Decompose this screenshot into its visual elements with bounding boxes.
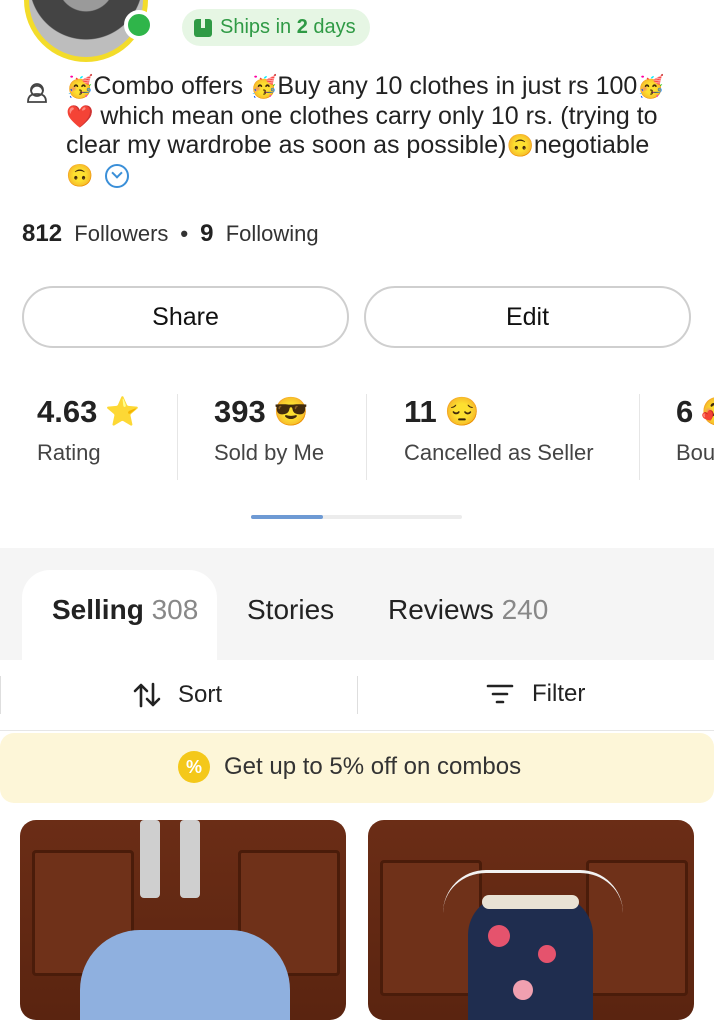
stat-divider [177,394,178,480]
filter-button[interactable]: Filter [486,680,585,708]
bio-line1-a: Combo offers [93,72,244,100]
filter-icon [486,684,514,704]
stat-sold: 393 😎 Sold by Me [214,394,324,466]
tab-selling-label: Selling [52,594,144,625]
edit-button-label: Edit [505,302,550,331]
divider [357,676,358,714]
stat-rating-label: Rating [37,440,101,465]
tab-stories[interactable]: Stories [247,594,334,626]
stat-bought-label: Bou [676,440,714,465]
tab-reviews-count: 240 [501,594,549,625]
bio-line3-tail: negotiable [533,131,650,159]
sunglasses-face-icon: 😎 [273,396,309,427]
promo-content: % Get up to 5% off on combos [178,751,521,783]
upside-down-emoji: 🙃 [66,162,94,188]
stat-sold-label: Sold by Me [214,440,325,465]
sort-button[interactable]: Sort [132,680,222,710]
dress-collar [482,895,579,909]
follow-counts: 812 Followers • 9 Following [22,220,319,248]
product-card[interactable] [20,820,346,1020]
upside-down-emoji: 🙃 [506,133,534,158]
flower-print [488,925,510,947]
stat-cancelled: 11 😔 Cancelled as Seller [404,394,594,466]
divider [0,676,1,714]
tab-reviews-label: Reviews [388,594,494,625]
online-status-dot [124,10,154,40]
bio-line1-b: Buy any 10 clothes in just rs 100 [277,72,638,100]
bio-line2: which mean one clothes carry only 10 rs.… [100,101,658,130]
separator-dot: • [180,221,189,246]
sort-label: Sort [178,681,223,708]
share-button-label: Share [152,302,219,331]
expand-bio-icon[interactable] [105,163,130,188]
stat-divider [366,394,367,480]
share-button[interactable]: Share [22,286,349,348]
flower-print [513,980,533,1000]
followers-count: 812 [22,220,63,247]
stats-scroll-thumb [251,515,323,519]
party-emoji: 🥳 [66,74,94,99]
pensive-face-icon: 😔 [444,396,480,427]
stat-cancelled-value: 11 [404,394,437,429]
star-icon: ⭐ [105,396,141,427]
ships-days: 2 [296,16,308,38]
ships-label-prefix: Ships in [220,16,292,38]
party-emoji: 🥳 [249,74,278,99]
bio-line3: clear my wardrobe as soon as possible) [66,131,507,159]
tab-reviews[interactable]: Reviews 240 [388,594,548,626]
heart-emoji: ❤️ [66,103,94,129]
flower-print [538,945,556,963]
product-image-shirt [80,930,290,1020]
stat-cancelled-label: Cancelled as Seller [404,440,594,465]
stat-rating-value: 4.63 [37,394,98,429]
package-icon [194,18,212,37]
stats-row[interactable]: 4.63 ⭐ Rating 393 😎 Sold by Me 11 😔 Cancell… [0,394,714,480]
stat-bought-partial: 6🥰 Bou [676,394,714,466]
stat-divider [639,394,640,480]
sort-icon [133,682,161,708]
discount-badge-icon: % [178,751,210,783]
tab-selling-count: 308 [151,594,199,625]
party-emoji: 🥳 [637,74,665,99]
sort-filter-bar [0,660,714,731]
door-handle [140,820,160,898]
stat-rating: 4.63 ⭐ Rating [37,394,140,466]
door-handle [180,820,200,898]
following-link[interactable]: 9 Following [200,220,319,247]
ships-label-suffix: days [313,16,356,38]
promo-text: Get up to 5% off on combos [224,753,522,780]
stat-bought-value: 6 [676,394,694,429]
followers-link[interactable]: 812 Followers [22,220,169,247]
followers-label: Followers [74,221,169,246]
following-label: Following [225,221,319,246]
ships-in-badge: Ships in 2 days [182,9,370,46]
following-count: 9 [200,220,214,247]
filter-label: Filter [532,680,586,707]
bio-person-icon [27,83,47,103]
emoji-icon: 🥰 [701,398,714,426]
edit-button[interactable]: Edit [364,286,691,348]
product-image-dress [468,895,593,1020]
tab-stories-label: Stories [247,594,335,625]
profile-bio: 🥳Combo offers 🥳Buy any 10 clothes in jus… [66,72,696,190]
stat-sold-value: 393 [214,394,266,429]
tab-selling[interactable]: Selling 308 [52,594,198,626]
product-card[interactable] [368,820,694,1020]
